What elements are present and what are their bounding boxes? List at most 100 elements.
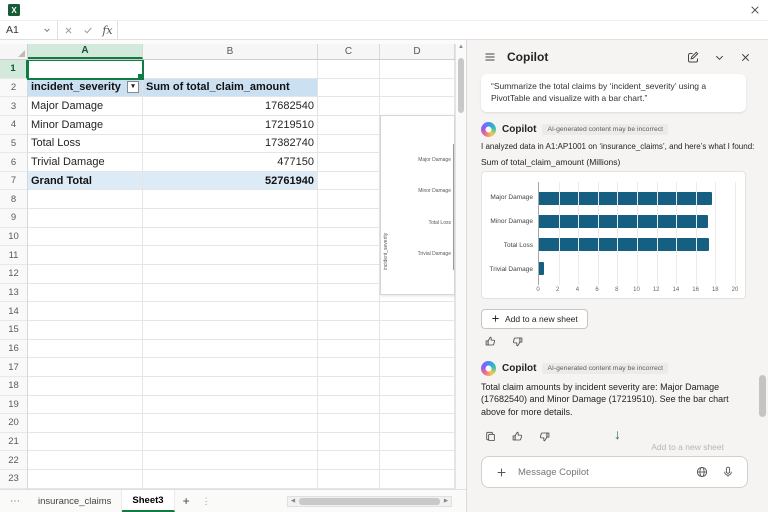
thumbs-up-icon[interactable] bbox=[481, 333, 499, 351]
thumbs-up-icon[interactable] bbox=[508, 428, 526, 446]
cell-C12[interactable] bbox=[318, 265, 380, 284]
row-header-13[interactable]: 13 bbox=[0, 284, 27, 303]
pivot-filter-dropdown-icon[interactable]: ▾ bbox=[127, 81, 139, 94]
confirm-entry-icon[interactable] bbox=[78, 21, 98, 39]
cell-B12[interactable] bbox=[143, 265, 318, 284]
cell-C20[interactable] bbox=[318, 414, 380, 433]
embedded-chart[interactable]: incident_severity Major Damage Minor Dama… bbox=[380, 115, 455, 295]
sheet-vertical-scrollbar[interactable]: ▲ bbox=[455, 44, 466, 489]
chart-bar-1[interactable] bbox=[539, 191, 713, 205]
cell-D23[interactable] bbox=[380, 470, 455, 489]
cell-D1[interactable] bbox=[380, 60, 455, 79]
add-to-new-sheet-button[interactable]: Add to a new sheet bbox=[481, 308, 588, 329]
thumbs-down-icon[interactable] bbox=[535, 428, 553, 446]
scroll-left-arrow-icon[interactable]: ◀ bbox=[288, 498, 298, 504]
row-header-23[interactable]: 23 bbox=[0, 470, 27, 489]
cell-C2[interactable] bbox=[318, 78, 380, 98]
row-header-5[interactable]: 5 bbox=[0, 135, 27, 154]
cell-B23[interactable] bbox=[143, 470, 318, 489]
cell-B13[interactable] bbox=[143, 283, 318, 303]
cell-A18[interactable] bbox=[28, 376, 143, 396]
scroll-right-arrow-icon[interactable]: ▶ bbox=[441, 498, 451, 504]
cell-C23[interactable] bbox=[318, 470, 380, 489]
column-header-c[interactable]: C bbox=[318, 44, 380, 59]
row-header-22[interactable]: 22 bbox=[0, 451, 27, 471]
cell-C7[interactable] bbox=[318, 171, 380, 191]
cancel-entry-icon[interactable] bbox=[58, 21, 78, 39]
cell-D18[interactable] bbox=[380, 376, 455, 396]
insert-function-button[interactable]: fx bbox=[98, 21, 118, 39]
cell-B16[interactable] bbox=[143, 339, 318, 359]
add-sheet-button[interactable]: + bbox=[175, 494, 198, 508]
chart-bar-3[interactable] bbox=[539, 238, 710, 252]
row-header-10[interactable]: 10 bbox=[0, 228, 27, 247]
row-header-20[interactable]: 20 bbox=[0, 414, 27, 433]
cell-C11[interactable] bbox=[318, 246, 380, 266]
cell-B15[interactable] bbox=[143, 320, 318, 340]
copy-icon[interactable] bbox=[481, 428, 499, 446]
cell-C19[interactable] bbox=[318, 395, 380, 415]
row-header-4[interactable]: 4 bbox=[0, 116, 27, 135]
cell-B22[interactable] bbox=[143, 451, 318, 471]
cell-B5[interactable]: 17382740 bbox=[143, 134, 318, 154]
cell-D21[interactable] bbox=[380, 432, 455, 452]
cell-B6[interactable]: 477150 bbox=[143, 153, 318, 172]
cell-C15[interactable] bbox=[318, 320, 380, 340]
row-header-14[interactable]: 14 bbox=[0, 302, 27, 321]
cell-B21[interactable] bbox=[143, 432, 318, 452]
row-header-12[interactable]: 12 bbox=[0, 265, 27, 284]
cell-C1[interactable] bbox=[318, 60, 380, 79]
cell-B18[interactable] bbox=[143, 376, 318, 396]
cell-A17[interactable] bbox=[28, 358, 143, 377]
close-panel-icon[interactable] bbox=[736, 48, 754, 66]
chart-bar-2[interactable] bbox=[539, 215, 708, 229]
cell-A8[interactable] bbox=[28, 190, 143, 210]
row-header-8[interactable]: 8 bbox=[0, 190, 27, 210]
collapse-chevron-icon[interactable] bbox=[710, 48, 728, 66]
tab-splitter-icon[interactable]: ⋮ bbox=[198, 496, 215, 507]
scroll-to-bottom-button[interactable]: ↓ bbox=[614, 426, 621, 442]
cell-C10[interactable] bbox=[318, 227, 380, 247]
sheet-vscroll-thumb[interactable] bbox=[458, 58, 464, 113]
cell-D22[interactable] bbox=[380, 451, 455, 471]
cell-C18[interactable] bbox=[318, 376, 380, 396]
cell-A5[interactable]: Total Loss bbox=[28, 134, 143, 154]
cell-B19[interactable] bbox=[143, 395, 318, 415]
name-box[interactable]: A1 bbox=[0, 21, 58, 39]
cell-B9[interactable] bbox=[143, 209, 318, 228]
cell-B10[interactable] bbox=[143, 227, 318, 247]
cell-A19[interactable] bbox=[28, 395, 143, 415]
row-header-1[interactable]: 1 bbox=[0, 60, 28, 79]
row-header-15[interactable]: 15 bbox=[0, 321, 27, 340]
row-header-16[interactable]: 16 bbox=[0, 340, 27, 359]
cell-C13[interactable] bbox=[318, 283, 380, 303]
cell-C8[interactable] bbox=[318, 190, 380, 210]
tab-navigation-dots-icon[interactable]: ⋯ bbox=[0, 496, 28, 507]
cell-C14[interactable] bbox=[318, 302, 380, 321]
row-header-17[interactable]: 17 bbox=[0, 358, 27, 377]
hamburger-menu-icon[interactable] bbox=[481, 48, 499, 66]
thumbs-down-icon[interactable] bbox=[508, 333, 526, 351]
cell-A13[interactable] bbox=[28, 283, 143, 303]
select-all-corner[interactable] bbox=[0, 44, 28, 59]
cell-D2[interactable] bbox=[380, 78, 455, 98]
row-header-9[interactable]: 9 bbox=[0, 209, 27, 228]
new-chat-icon[interactable] bbox=[684, 48, 702, 66]
cell-B2[interactable]: Sum of total_claim_amount bbox=[143, 78, 318, 98]
row-header-7[interactable]: 7 bbox=[0, 172, 27, 191]
column-header-a[interactable]: A bbox=[28, 44, 143, 59]
scroll-up-arrow-icon[interactable]: ▲ bbox=[458, 44, 464, 50]
cell-D15[interactable] bbox=[380, 320, 455, 340]
message-copilot-input[interactable] bbox=[518, 466, 685, 478]
cell-C6[interactable] bbox=[318, 153, 380, 172]
cell-C4[interactable] bbox=[318, 115, 380, 135]
row-header-2[interactable]: 2 bbox=[0, 79, 27, 98]
cell-A9[interactable] bbox=[28, 209, 143, 228]
cell-A20[interactable] bbox=[28, 414, 143, 433]
copilot-scrollbar-thumb[interactable] bbox=[759, 375, 766, 417]
formula-input[interactable] bbox=[118, 21, 768, 39]
cell-B8[interactable] bbox=[143, 190, 318, 210]
hscroll-thumb[interactable] bbox=[299, 497, 440, 505]
row-header-19[interactable]: 19 bbox=[0, 396, 27, 415]
row-header-11[interactable]: 11 bbox=[0, 246, 27, 266]
